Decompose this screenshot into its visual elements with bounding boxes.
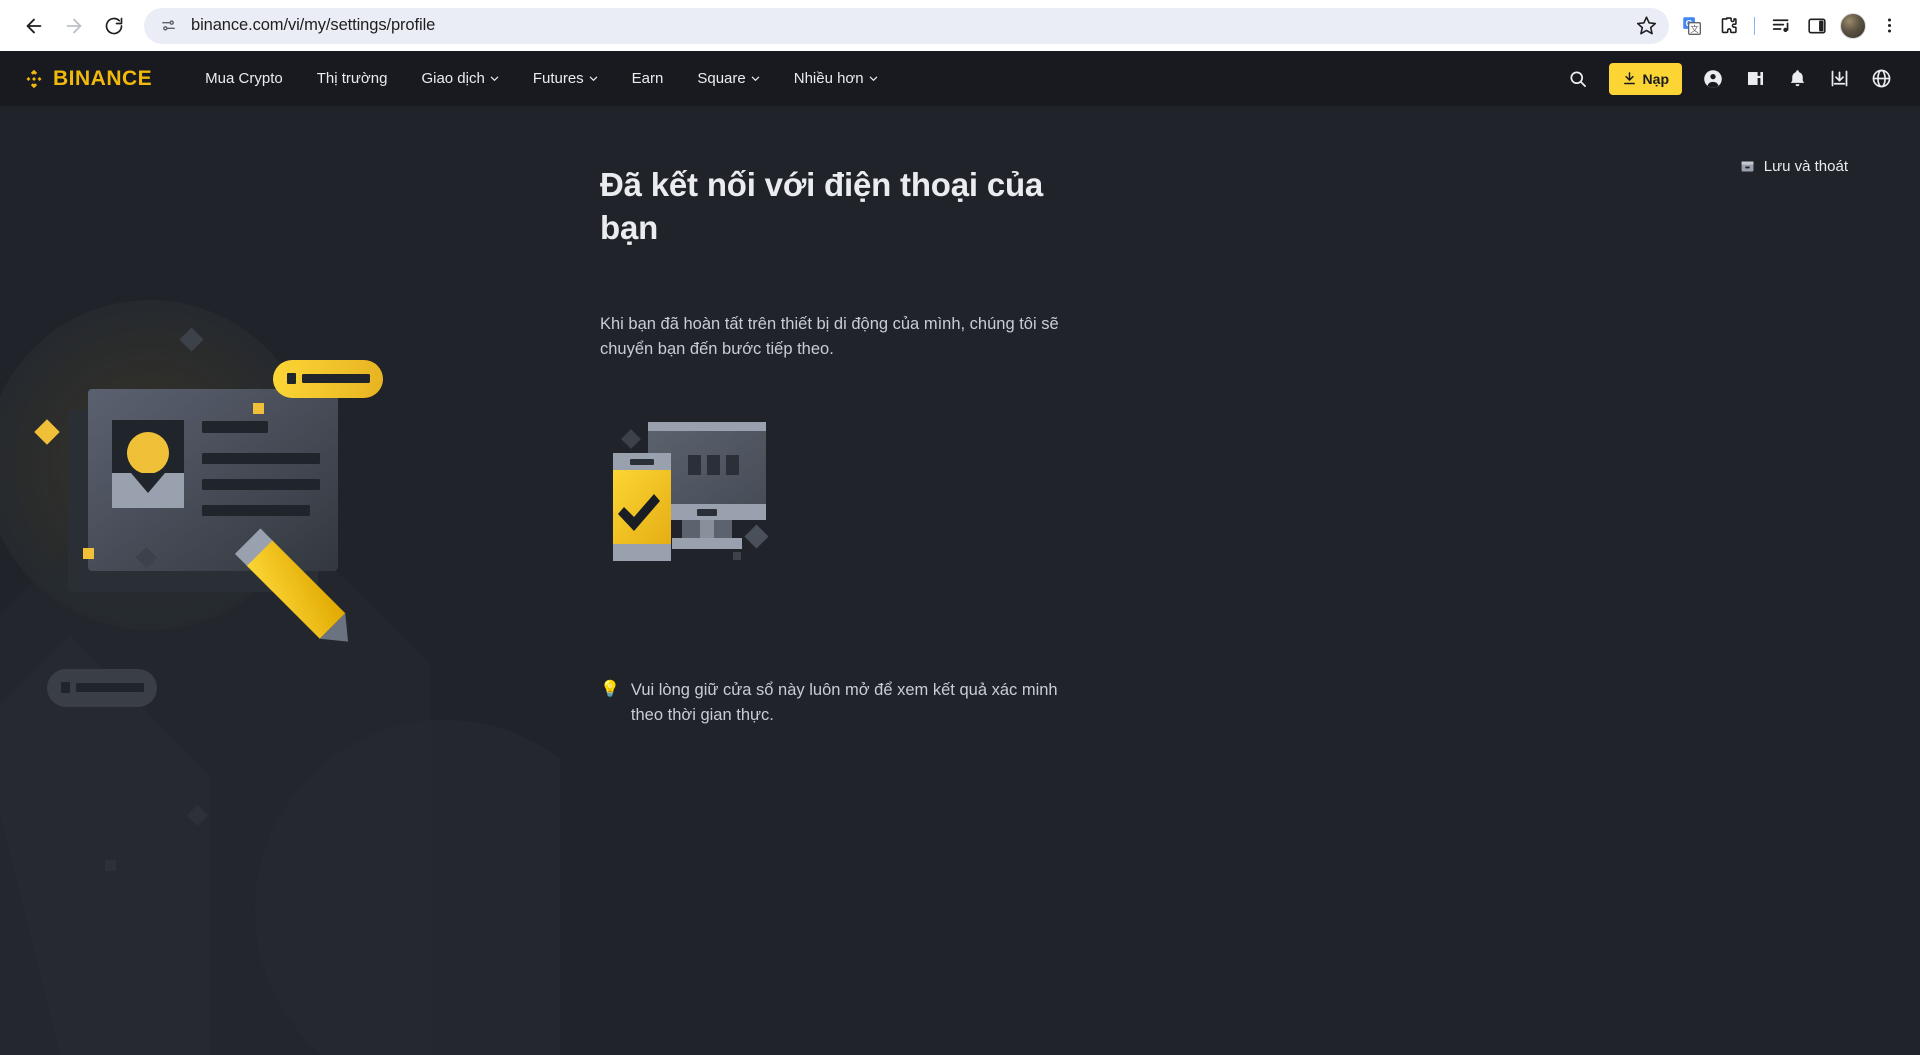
browser-extension-icons: G 文 bbox=[1675, 9, 1906, 43]
wallet-icon bbox=[1747, 72, 1763, 85]
phone-connected-to-desktop-illustration bbox=[613, 421, 769, 561]
search-button[interactable] bbox=[1559, 60, 1597, 98]
chevron-down-icon bbox=[751, 76, 759, 82]
binance-logo[interactable]: BINANCE bbox=[22, 67, 152, 91]
browser-reload-button[interactable] bbox=[94, 6, 134, 46]
nav-item-square[interactable]: Square bbox=[680, 64, 776, 93]
google-translate-icon[interactable]: G 文 bbox=[1675, 9, 1709, 43]
download-app-icon bbox=[1831, 70, 1847, 87]
address-bar[interactable]: binance.com/vi/my/settings/profile bbox=[144, 7, 1669, 44]
nav-item-mua-crypto[interactable]: Mua Crypto bbox=[188, 64, 300, 93]
user-profile-icon bbox=[1704, 69, 1722, 88]
id-card-with-pencil-illustration bbox=[0, 300, 560, 1055]
nav-item-thi-truong[interactable]: Thị trường bbox=[300, 64, 405, 93]
notifications-button[interactable] bbox=[1778, 60, 1816, 98]
language-button[interactable] bbox=[1862, 60, 1900, 98]
reading-list-icon[interactable] bbox=[1764, 9, 1798, 43]
browser-profile-avatar[interactable] bbox=[1836, 9, 1870, 43]
user-profile-button[interactable] bbox=[1694, 60, 1732, 98]
lightbulb-icon: 💡 bbox=[600, 680, 620, 698]
chevron-down-icon bbox=[869, 76, 877, 82]
wallet-button[interactable] bbox=[1736, 60, 1774, 98]
deposit-button[interactable]: Nạp bbox=[1608, 62, 1682, 95]
verification-content: Đã kết nối với điện thoại của bạn Khi bạ… bbox=[600, 164, 1120, 729]
avatar bbox=[1840, 12, 1866, 39]
address-bar-url: binance.com/vi/my/settings/profile bbox=[191, 16, 436, 34]
search-icon bbox=[1570, 70, 1586, 87]
chevron-down-icon bbox=[490, 76, 499, 82]
forward-arrow-icon bbox=[66, 18, 82, 33]
toolbar-divider bbox=[1754, 16, 1755, 35]
extensions-puzzle-icon[interactable] bbox=[1711, 9, 1745, 43]
realtime-tip: 💡 Vui lòng giữ cửa sổ này luôn mở để xem… bbox=[600, 678, 1075, 729]
nav-item-futures[interactable]: Futures bbox=[516, 64, 615, 93]
site-settings-icon[interactable] bbox=[160, 17, 177, 34]
binance-logo-text: BINANCE bbox=[53, 66, 153, 90]
bookmark-star-icon[interactable] bbox=[1626, 15, 1657, 36]
binance-diamond-icon bbox=[26, 69, 42, 88]
download-icon bbox=[1623, 72, 1635, 85]
primary-nav-links: Mua Crypto Thị trường Giao dịch Futures … bbox=[188, 64, 894, 93]
reload-icon bbox=[105, 17, 123, 34]
chevron-down-icon bbox=[589, 76, 597, 82]
browser-forward-button[interactable] bbox=[54, 6, 94, 46]
browser-back-button[interactable] bbox=[14, 6, 54, 46]
language-globe-icon bbox=[1872, 69, 1890, 88]
deposit-label: Nạp bbox=[1642, 70, 1669, 87]
save-and-exit-button[interactable]: Lưu và thoát bbox=[1740, 158, 1848, 175]
binance-navbar: BINANCE Mua Crypto Thị trường Giao dịch … bbox=[0, 51, 1920, 106]
download-app-button[interactable] bbox=[1820, 60, 1858, 98]
nav-item-earn[interactable]: Earn bbox=[615, 64, 681, 93]
save-box-icon bbox=[1741, 161, 1754, 172]
navbar-actions: Nạp bbox=[1559, 60, 1900, 98]
three-dot-menu-icon bbox=[1887, 18, 1891, 33]
notification-bell-icon bbox=[1790, 70, 1804, 87]
page-body: Lưu và thoát Đã kết nối với điện thoại c… bbox=[0, 106, 1920, 1055]
nav-item-giao-dich[interactable]: Giao dịch bbox=[404, 64, 515, 93]
nav-item-nhieu-hon[interactable]: Nhiều hơn bbox=[777, 64, 895, 93]
side-panel-icon[interactable] bbox=[1800, 9, 1834, 43]
browser-menu-button[interactable] bbox=[1872, 9, 1906, 43]
back-arrow-icon bbox=[26, 18, 42, 33]
page-title: Đã kết nối với điện thoại của bạn bbox=[600, 166, 1044, 246]
svg-text:文: 文 bbox=[1690, 23, 1699, 33]
browser-toolbar: binance.com/vi/my/settings/profile G 文 bbox=[0, 0, 1920, 51]
page-subtext: Khi bạn đã hoàn tất trên thiết bị di độn… bbox=[600, 314, 1059, 359]
save-and-exit-label: Lưu và thoát bbox=[1763, 158, 1848, 175]
realtime-tip-text: Vui lòng giữ cửa sổ này luôn mở để xem k… bbox=[630, 680, 1058, 725]
